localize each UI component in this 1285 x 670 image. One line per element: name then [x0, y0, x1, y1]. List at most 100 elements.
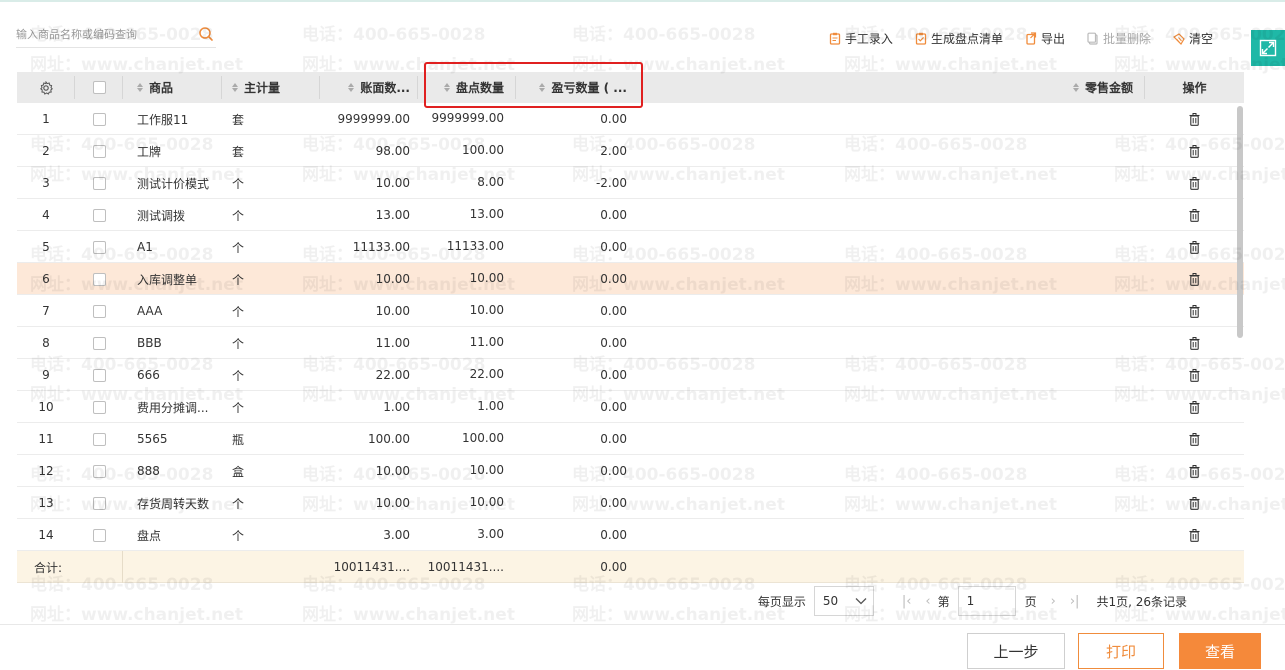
header-book-qty[interactable]: 账面数...	[320, 72, 418, 103]
cell-count-qty[interactable]: 10.00	[418, 295, 516, 327]
trash-icon[interactable]	[1189, 336, 1200, 350]
trash-icon[interactable]	[1189, 304, 1200, 318]
top-accent-line	[0, 0, 1285, 2]
clear-button[interactable]: 清空	[1173, 30, 1213, 47]
sort-icon[interactable]	[539, 83, 546, 92]
table-row[interactable]: 11 5565 瓶 100.00 100.00 0.00	[17, 423, 1244, 455]
per-page-label: 每页显示	[757, 594, 806, 609]
row-checkbox[interactable]	[92, 464, 106, 478]
row-checkbox[interactable]	[92, 144, 106, 158]
table-row[interactable]: 5 A1 个 11133.00 11133.00 0.00	[17, 231, 1244, 263]
table-row[interactable]: 8 BBB 个 11.00 11.00 0.00	[17, 327, 1244, 359]
table-row[interactable]: 6 入库调整单 个 10.00 10.00 0.00	[17, 263, 1244, 295]
trash-icon[interactable]	[1189, 176, 1200, 190]
row-checkbox[interactable]	[92, 112, 106, 126]
view-button[interactable]: 查看	[1179, 633, 1261, 669]
cell-book-qty: 9999999.00	[337, 112, 410, 126]
column-settings[interactable]	[17, 72, 75, 103]
generate-list-button[interactable]: 生成盘点清单	[915, 30, 1003, 47]
sort-icon[interactable]	[232, 83, 238, 92]
row-checkbox[interactable]	[92, 336, 106, 350]
row-checkbox[interactable]	[92, 368, 106, 382]
row-checkbox[interactable]	[92, 272, 106, 286]
last-page-icon[interactable]: ›|	[1070, 594, 1080, 609]
table-row[interactable]: 2 工牌 套 98.00 100.00 2.00	[17, 135, 1244, 167]
row-checkbox[interactable]	[92, 400, 106, 414]
page-input[interactable]: 1	[957, 586, 1016, 616]
header-count-qty[interactable]: 盘点数量	[418, 72, 516, 103]
trash-icon[interactable]	[1189, 528, 1200, 542]
table-row[interactable]: 7 AAA 个 10.00 10.00 0.00	[17, 295, 1244, 327]
per-page-select[interactable]: 50	[813, 586, 874, 616]
trash-icon[interactable]	[1189, 496, 1200, 510]
cell-product: 测试调拨	[137, 208, 186, 223]
trash-icon[interactable]	[1189, 464, 1200, 478]
search-icon[interactable]	[198, 26, 214, 42]
batch-delete-button[interactable]: 批量删除	[1087, 30, 1151, 47]
row-checkbox[interactable]	[92, 240, 106, 254]
trash-icon[interactable]	[1189, 144, 1200, 158]
search-input[interactable]	[16, 22, 186, 46]
gear-icon[interactable]	[39, 80, 53, 95]
cell-count-qty[interactable]: 100.00	[418, 135, 516, 167]
row-checkbox[interactable]	[92, 208, 106, 222]
export-button[interactable]: 导出	[1025, 30, 1065, 47]
table-row[interactable]: 4 测试调拨 个 13.00 13.00 0.00	[17, 199, 1244, 231]
search-box[interactable]	[16, 22, 216, 48]
table-row[interactable]: 13 存货周转天数 个 10.00 10.00 0.00	[17, 487, 1244, 519]
row-checkbox[interactable]	[92, 496, 106, 510]
header-retail[interactable]: 零售金额	[639, 72, 1145, 103]
table-row[interactable]: 3 测试计价模式 个 10.00 8.00 -2.00	[17, 167, 1244, 199]
trash-icon[interactable]	[1189, 432, 1200, 446]
table-row[interactable]: 9 666 个 22.00 22.00 0.00	[17, 359, 1244, 391]
table-row[interactable]: 1 工作服11 套 9999999.00 9999999.00 0.00	[17, 103, 1244, 135]
prev-page-icon[interactable]: ‹	[925, 594, 930, 609]
cell-count-qty[interactable]: 13.00	[418, 199, 516, 231]
cell-op	[1145, 167, 1244, 199]
header-diff-qty[interactable]: 盈亏数量 ( ...	[516, 72, 639, 103]
cell-diff-qty: 0.00	[600, 464, 627, 478]
cell-count-qty[interactable]: 10.00	[418, 263, 516, 295]
cell-count-qty[interactable]: 10.00	[418, 455, 516, 487]
table-row[interactable]: 10 费用分摊调... 个 1.00 1.00 0.00	[17, 391, 1244, 423]
cell-count-qty[interactable]: 11133.00	[418, 231, 516, 263]
trash-icon[interactable]	[1189, 208, 1200, 222]
print-button[interactable]: 打印	[1078, 633, 1164, 669]
next-page-icon[interactable]: ›	[1051, 594, 1056, 609]
first-page-icon[interactable]: |‹	[902, 594, 912, 609]
trash-icon[interactable]	[1189, 240, 1200, 254]
sort-icon[interactable]	[137, 83, 143, 92]
vertical-scrollbar[interactable]	[1237, 106, 1243, 338]
cell-count-qty[interactable]: 10.00	[418, 487, 516, 519]
cell-count-qty[interactable]: 8.00	[418, 167, 516, 199]
sort-icon[interactable]	[1072, 83, 1079, 92]
table-row[interactable]: 14 盘点 个 3.00 3.00 0.00	[17, 519, 1244, 551]
sort-icon[interactable]	[443, 83, 450, 92]
prev-step-button[interactable]: 上一步	[967, 633, 1065, 669]
trash-icon[interactable]	[1189, 112, 1200, 126]
row-checkbox[interactable]	[92, 432, 106, 446]
cell-count-qty[interactable]: 9999999.00	[418, 103, 516, 135]
header-count-qty-label: 盘点数量	[455, 81, 504, 95]
trash-icon[interactable]	[1189, 400, 1200, 414]
cell-count-qty[interactable]: 22.00	[418, 359, 516, 391]
select-all-checkbox[interactable]	[92, 81, 106, 94]
trash-icon[interactable]	[1189, 272, 1200, 286]
expand-button[interactable]	[1251, 30, 1285, 66]
cell-count-qty[interactable]: 3.00	[418, 519, 516, 551]
cell-book-qty: 10.00	[375, 464, 410, 478]
trash-icon[interactable]	[1189, 368, 1200, 382]
header-product[interactable]: 商品	[123, 72, 222, 103]
row-checkbox[interactable]	[92, 304, 106, 318]
row-checkbox[interactable]	[92, 176, 106, 190]
cell-count-qty[interactable]: 1.00	[418, 391, 516, 423]
cell-count-qty[interactable]: 100.00	[418, 423, 516, 455]
sort-icon[interactable]	[348, 83, 355, 92]
table-row[interactable]: 12 888 盒 10.00 10.00 0.00	[17, 455, 1244, 487]
cell-count-qty[interactable]: 11.00	[418, 327, 516, 359]
page-prefix: 第	[937, 594, 950, 609]
row-checkbox[interactable]	[92, 528, 106, 542]
manual-entry-button[interactable]: 手工录入	[829, 30, 893, 47]
cell-book-qty: 10.00	[375, 272, 410, 286]
header-unit[interactable]: 主计量	[222, 72, 320, 103]
